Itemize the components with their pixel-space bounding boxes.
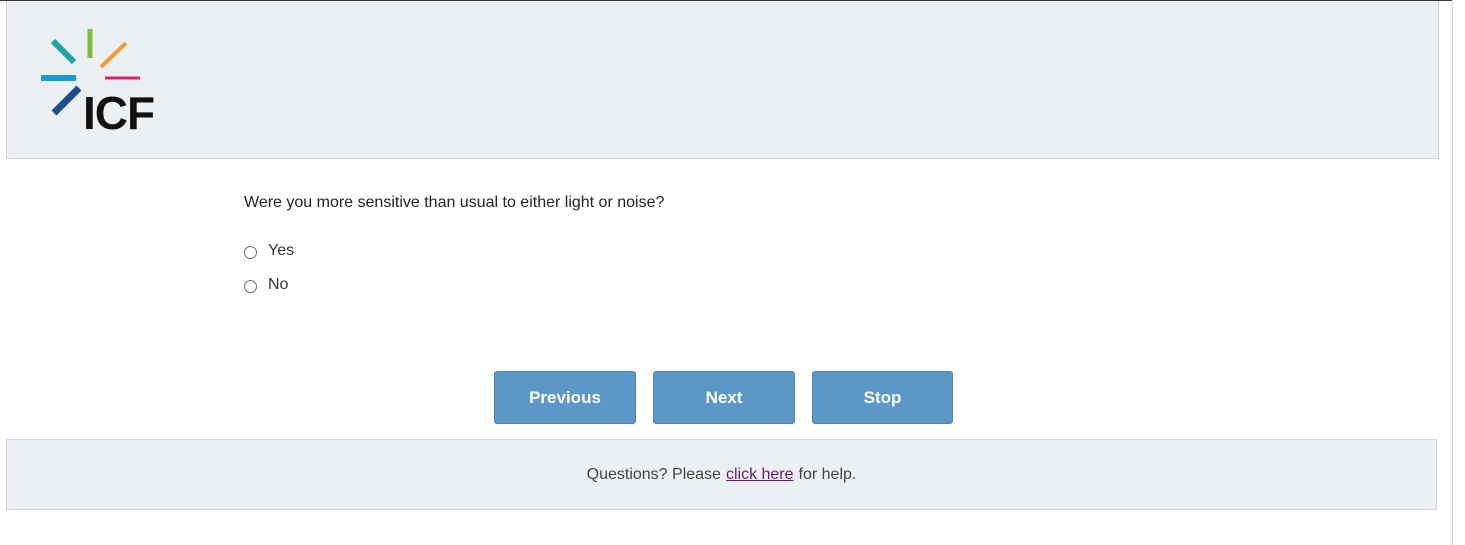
option-yes[interactable]: Yes xyxy=(244,234,664,268)
help-link[interactable]: click here xyxy=(726,466,794,484)
question-block: Were you more sensitive than usual to ei… xyxy=(244,192,664,302)
right-edge xyxy=(1452,0,1453,545)
previous-button[interactable]: Previous xyxy=(494,371,636,424)
radio-no[interactable] xyxy=(244,279,257,293)
radio-yes[interactable] xyxy=(244,245,257,259)
question-text: Were you more sensitive than usual to ei… xyxy=(244,194,665,211)
next-button[interactable]: Next xyxy=(653,371,795,424)
stop-button[interactable]: Stop xyxy=(812,371,953,424)
logo-wordmark: ICF xyxy=(83,87,154,135)
option-no[interactable]: No xyxy=(244,268,664,302)
footer-suffix: for help. xyxy=(798,465,857,483)
navigation-buttons: Previous Next Stop xyxy=(494,371,953,424)
option-yes-label[interactable]: Yes xyxy=(268,242,294,260)
option-no-label[interactable]: No xyxy=(268,276,288,294)
icf-logo: ICF xyxy=(41,29,155,135)
page-header: ICF xyxy=(6,1,1439,159)
page-footer: Questions? Please click here for help. xyxy=(6,439,1437,510)
footer-prefix: Questions? Please xyxy=(586,465,721,483)
